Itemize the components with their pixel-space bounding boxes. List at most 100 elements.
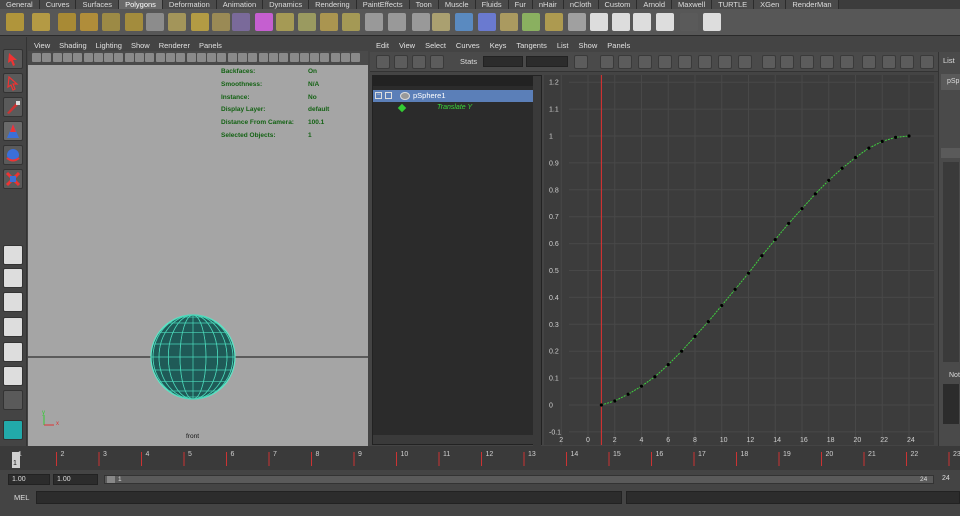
viewport-toolbar-icon-8[interactable]	[104, 53, 114, 62]
shelf-tab-deformation[interactable]: Deformation	[162, 0, 217, 9]
viewport-toolbar-icon-15[interactable]	[176, 53, 186, 62]
extract-icon[interactable]	[320, 13, 338, 31]
viewport-toolbar-icon-7[interactable]	[93, 53, 103, 62]
graph-toolbar-icon-17[interactable]	[820, 55, 834, 69]
poly-cube-icon[interactable]	[32, 13, 50, 31]
viewport-toolbar-icon-1[interactable]	[32, 53, 41, 62]
viewport-menu-panels[interactable]: Panels	[199, 40, 222, 51]
lasso-tool-icon[interactable]	[3, 73, 23, 93]
sphere-wireframe[interactable]	[150, 314, 236, 400]
bridge-icon[interactable]	[545, 13, 563, 31]
graph-menu-tangents[interactable]: Tangents	[516, 40, 546, 52]
viewport-toolbar-icon-11[interactable]	[135, 53, 144, 62]
shelf-tab-muscle[interactable]: Muscle	[438, 0, 476, 9]
keyframe-point[interactable]	[773, 237, 777, 242]
graph-toolbar-icon-3[interactable]	[412, 55, 426, 69]
boolean-intersection-icon[interactable]	[412, 13, 430, 31]
paint-select-tool-icon[interactable]	[3, 97, 23, 117]
graph-toolbar-icon-7[interactable]	[618, 55, 632, 69]
shelf-tab-fluids[interactable]: Fluids	[475, 0, 509, 9]
viewport-toolbar-icon-27[interactable]	[299, 53, 309, 62]
right-panel-tab[interactable]: pSp	[941, 74, 960, 90]
graph-toolbar-icon-22[interactable]	[920, 55, 934, 69]
poly-cylinder-icon[interactable]	[58, 13, 76, 31]
viewport-toolbar-icon-14[interactable]	[165, 53, 175, 62]
checker-icon[interactable]	[703, 13, 721, 31]
graph-toolbar-icon-11[interactable]	[698, 55, 712, 69]
keyframe-point[interactable]	[787, 221, 791, 226]
spherical-map-icon[interactable]	[633, 13, 651, 31]
viewport-toolbar-icon-24[interactable]	[268, 53, 278, 62]
merge-icon[interactable]	[568, 13, 586, 31]
graph-editor-canvas[interactable]: 1.21.110.90.80.70.60.50.40.30.20.10-0.1-…	[544, 75, 934, 445]
graph-toolbar-icon-4[interactable]	[430, 55, 444, 69]
viewport-toolbar-icon-31[interactable]	[341, 53, 350, 62]
viewport-toolbar-icon-16[interactable]	[186, 53, 196, 62]
graph-toolbar-icon-21[interactable]	[900, 55, 914, 69]
keyframe-point[interactable]	[746, 271, 751, 275]
graph-menu-list[interactable]: List	[557, 40, 569, 52]
viewport-toolbar-icon-9[interactable]	[114, 53, 124, 62]
viewport-toolbar-icon-21[interactable]	[238, 53, 247, 62]
poly-helix-icon[interactable]	[212, 13, 230, 31]
viewport-toolbar-icon-4[interactable]	[62, 53, 72, 62]
mel-input[interactable]	[36, 491, 622, 504]
viewport-toolbar-icon-6[interactable]	[83, 53, 93, 62]
keyframe-point[interactable]	[693, 334, 697, 339]
combine-icon[interactable]	[276, 13, 294, 31]
viewport-toolbar-icon-22[interactable]	[248, 53, 258, 62]
graph-menu-curves[interactable]: Curves	[456, 40, 480, 52]
viewport-toolbar-icon-3[interactable]	[52, 53, 62, 62]
shelf-tab-renderman[interactable]: RenderMan	[786, 0, 839, 9]
render-view-icon[interactable]	[3, 420, 23, 440]
keyframe-point[interactable]	[827, 178, 831, 182]
graph-toolbar-icon-18[interactable]	[840, 55, 854, 69]
shelf-tab-maxwell[interactable]: Maxwell	[672, 0, 713, 9]
shelf-tab-ncloth[interactable]: nCloth	[563, 0, 599, 9]
outliner-vertical-scrollbar[interactable]	[533, 76, 541, 446]
poly-torus-icon[interactable]	[125, 13, 143, 31]
viewport-menu-view[interactable]: View	[34, 40, 50, 51]
keyframe-point[interactable]	[653, 375, 657, 379]
poly-prism-icon[interactable]	[146, 13, 164, 31]
poly-cone-icon[interactable]	[80, 13, 98, 31]
shelf-tab-fur[interactable]: Fur	[508, 0, 533, 9]
select-tool-icon[interactable]	[3, 49, 23, 69]
boolean-union-icon[interactable]	[365, 13, 383, 31]
graph-menu-select[interactable]: Select	[425, 40, 446, 52]
graph-toolbar-icon-8[interactable]	[638, 55, 652, 69]
viewport-toolbar-icon-10[interactable]	[124, 53, 134, 62]
viewport-toolbar-icon-2[interactable]	[42, 53, 52, 62]
viewport-toolbar-icon-5[interactable]	[73, 53, 83, 62]
shelf-tab-arnold[interactable]: Arnold	[637, 0, 673, 9]
keyframe-point[interactable]	[813, 192, 817, 196]
stats-field-1[interactable]	[483, 56, 523, 67]
outliner-filter-field[interactable]	[373, 76, 533, 86]
graph-layout-icon[interactable]	[3, 317, 23, 337]
viewport-toolbar-icon-29[interactable]	[320, 53, 330, 62]
dope-sheet-layout-icon[interactable]	[3, 366, 23, 386]
shelf-tab-nhair[interactable]: nHair	[532, 0, 564, 9]
smooth-icon[interactable]	[342, 13, 360, 31]
viewport-toolbar-icon-20[interactable]	[227, 53, 237, 62]
poly-plane-icon[interactable]	[102, 13, 120, 31]
viewport-toolbar-icon-25[interactable]	[279, 53, 289, 62]
graph-toolbar-icon-16[interactable]	[800, 55, 814, 69]
rotate-tool-icon[interactable]	[3, 145, 23, 165]
shelf-tab-general[interactable]: General	[0, 0, 40, 9]
graph-toolbar-icon-19[interactable]	[862, 55, 876, 69]
collapse-icon[interactable]: −	[375, 92, 382, 99]
keyframe-point[interactable]	[894, 135, 898, 139]
graph-menu-show[interactable]: Show	[579, 40, 598, 52]
front-viewport[interactable]: Backfaces: On Smoothness: N/A Instance: No Dis…	[28, 65, 368, 446]
move-tool-icon[interactable]	[3, 121, 23, 141]
shelf-tab-dynamics[interactable]: Dynamics	[263, 0, 310, 9]
platonic-solid-icon[interactable]	[255, 13, 273, 31]
viewport-toolbar-icon-28[interactable]	[310, 53, 320, 62]
graph-menu-panels[interactable]: Panels	[607, 40, 630, 52]
mirror-icon[interactable]	[432, 13, 450, 31]
channel-expand-icon[interactable]	[385, 92, 392, 99]
outliner-row-translate-y[interactable]: Translate Y	[373, 103, 533, 115]
graph-menu-keys[interactable]: Keys	[490, 40, 507, 52]
range-slider-left-handle[interactable]	[107, 476, 115, 483]
